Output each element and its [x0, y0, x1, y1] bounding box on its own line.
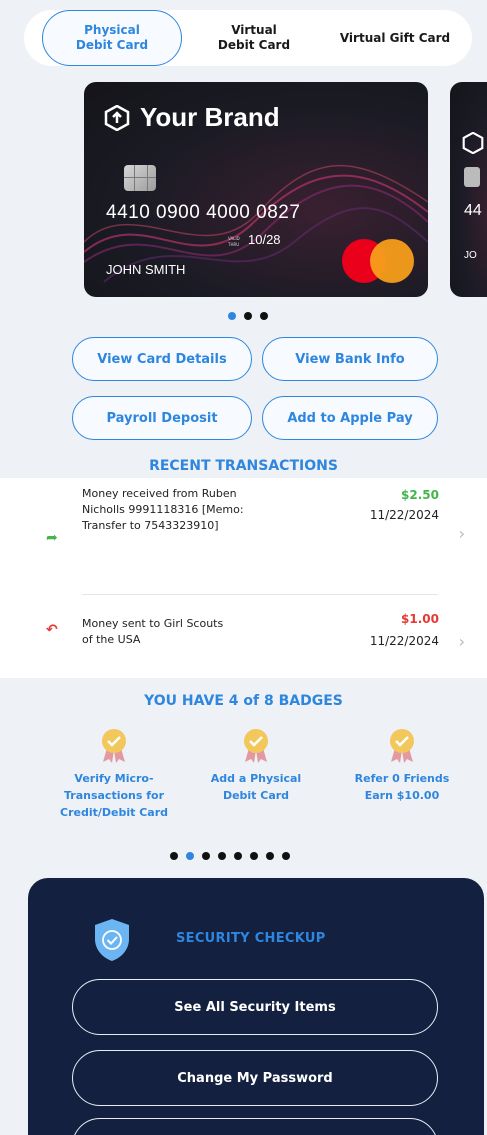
card-holder-partial: JO	[464, 250, 477, 261]
transaction-date: 11/22/2024	[369, 508, 439, 522]
card-chip-icon	[464, 167, 480, 187]
badge-label: Refer 0 Friends Earn $10.00	[354, 772, 450, 802]
payroll-deposit-button[interactable]: Payroll Deposit	[72, 396, 252, 440]
chevron-right-icon: ›	[458, 524, 465, 543]
award-medal-icon	[102, 729, 126, 763]
card-type-tabs: Physical Debit Card Virtual Debit Card Vir…	[24, 10, 472, 66]
change-my-password-button[interactable]: Change My Password	[72, 1050, 438, 1106]
award-medal-icon	[244, 729, 268, 763]
tab-virtual-gift-card[interactable]: Virtual Gift Card	[324, 10, 466, 66]
carousel-dot[interactable]	[244, 312, 252, 320]
tab-label: Virtual Debit Card	[217, 23, 291, 52]
carousel-dot[interactable]	[170, 852, 178, 860]
badge-item[interactable]: Verify Micro-Transactions for Credit/Deb…	[44, 728, 184, 821]
card-brand: Your Brand	[104, 102, 280, 133]
transaction-description: Money received from Ruben Nicholls 99911…	[82, 487, 244, 532]
carousel-dot[interactable]	[250, 852, 258, 860]
transaction-description: Money sent to Girl Scouts of the USA	[82, 617, 224, 646]
badges-title: YOU HAVE 4 of 8 BADGES	[144, 693, 343, 709]
brand-name: Your Brand	[140, 102, 280, 132]
carousel-dot[interactable]	[266, 852, 274, 860]
card-chip-icon	[124, 165, 156, 191]
tab-label: Physical Debit Card	[75, 23, 149, 52]
award-medal-icon	[390, 729, 414, 763]
view-card-details-button[interactable]: View Card Details	[72, 337, 252, 381]
carousel-dot[interactable]	[218, 852, 226, 860]
carousel-dot[interactable]	[260, 312, 268, 320]
card-expiry: 10/28	[248, 232, 281, 247]
tab-label: Virtual Gift Card	[339, 30, 451, 45]
transaction-amount: $2.50	[401, 488, 439, 502]
add-to-apple-pay-button[interactable]: Add to Apple Pay	[262, 396, 438, 440]
next-card-preview[interactable]: 44 JO	[450, 82, 487, 297]
security-checkup-title: SECURITY CHECKUP	[176, 931, 326, 946]
badge-item[interactable]: Add a Physical Debit Card	[186, 728, 326, 804]
outgoing-arrow-icon: ↶	[46, 622, 58, 638]
carousel-dot[interactable]	[186, 852, 194, 860]
tab-physical-debit-card[interactable]: Physical Debit Card	[42, 10, 182, 66]
carousel-dot[interactable]	[202, 852, 210, 860]
brand-logo-icon	[462, 132, 484, 154]
incoming-arrow-icon: ➦	[46, 530, 58, 546]
shield-check-icon	[95, 919, 129, 961]
chevron-right-icon: ›	[458, 632, 465, 651]
badge-carousel-dots	[170, 852, 290, 860]
transaction-amount: $1.00	[401, 612, 439, 626]
card-number: 4410 0900 4000 0827	[106, 202, 301, 223]
recent-transactions-title: RECENT TRANSACTIONS	[149, 458, 338, 474]
carousel-dot[interactable]	[228, 312, 236, 320]
tab-virtual-debit-card[interactable]: Virtual Debit Card	[194, 10, 314, 66]
see-all-security-items-button[interactable]: See All Security Items	[72, 979, 438, 1035]
card-number-partial: 44	[464, 202, 482, 219]
carousel-dot[interactable]	[282, 852, 290, 860]
valid-thru-label: VALID THRU	[228, 236, 240, 247]
badge-label: Add a Physical Debit Card	[210, 772, 302, 802]
divider	[82, 594, 438, 595]
carousel-dot[interactable]	[234, 852, 242, 860]
card-carousel-dots	[228, 312, 268, 320]
badge-label: Verify Micro-Transactions for Credit/Deb…	[60, 772, 168, 819]
view-bank-info-button[interactable]: View Bank Info	[262, 337, 438, 381]
security-item-button[interactable]	[72, 1118, 438, 1135]
transaction-date: 11/22/2024	[369, 634, 439, 648]
card-holder-name: JOHN SMITH	[106, 262, 186, 277]
debit-card[interactable]: Your Brand 4410 0900 4000 0827 VALID THR…	[84, 82, 428, 297]
brand-logo-icon	[104, 104, 130, 131]
badge-item[interactable]: Refer 0 Friends Earn $10.00	[332, 728, 472, 804]
mastercard-logo-icon	[342, 239, 414, 283]
